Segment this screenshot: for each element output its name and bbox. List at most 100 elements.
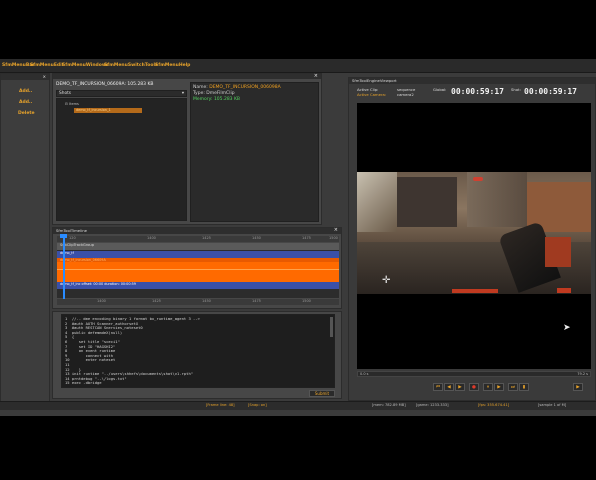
enemy-player xyxy=(545,237,571,267)
clip-browser-panel: × DEMO_TF_INCURSION_06609A: 105.283 KB S… xyxy=(52,73,322,225)
fps-status: [fps: 355.674.41] xyxy=(478,403,510,407)
shot-timecode: 00:00:59:17 xyxy=(524,87,577,96)
playhead[interactable] xyxy=(63,235,65,305)
scene-wall-left xyxy=(357,172,397,232)
mouse-pointer-icon: ➤ xyxy=(563,323,571,333)
ruler-tick: 1500 xyxy=(302,299,311,303)
timeline-title: SfmToolTimeline xyxy=(56,228,87,233)
tree-item-selected[interactable]: demo_tf_incursion_1 xyxy=(74,108,142,113)
timeline-tracks: SubClipTrackGroup demo_tf demo_tf_incurs… xyxy=(57,234,339,305)
game-scene-frame: ✛ xyxy=(357,172,591,294)
memory-value: 105.283 KB xyxy=(213,97,241,102)
timeline-panel: SfmToolTimeline × 120 1400 1425 1450 147… xyxy=(52,227,342,309)
viewport-titlebar: SfmToolEngineViewport xyxy=(349,78,595,84)
ruler-tick: 1400 xyxy=(97,299,106,303)
tree-root[interactable]: ⊟ Items xyxy=(65,102,79,106)
play-reverse-button[interactable]: ▶ xyxy=(455,383,465,391)
properties-section: Name: DEMO_TF_INCURSION_006098A Type: Dm… xyxy=(190,82,319,222)
clip-browser-titlebar: × xyxy=(53,73,321,79)
submit-button[interactable]: Submit xyxy=(309,390,335,397)
frame-line-status: [Frame line: 48] xyxy=(206,403,235,407)
chevron-down-icon: ▾ xyxy=(181,91,184,96)
delete-button[interactable]: Delete xyxy=(18,111,35,116)
ruler-tick: 1475 xyxy=(252,299,261,303)
viewport-header: Active Clip: sequence Active Camera: cam… xyxy=(357,87,596,101)
shot-label: Shot: xyxy=(511,87,521,92)
close-icon[interactable]: × xyxy=(43,74,46,79)
ruler-tick: 1425 xyxy=(202,236,211,240)
global-label: Global: xyxy=(433,87,447,92)
sample-status: [sample 1 of M] xyxy=(538,403,567,407)
shots-dropdown-value: Shots xyxy=(59,91,72,96)
global-timecode: 00:00:59:17 xyxy=(451,87,504,96)
play-button[interactable]: ▶ xyxy=(494,383,504,391)
fast-forward-button[interactable]: ⏭ xyxy=(508,383,518,391)
close-icon[interactable]: × xyxy=(334,227,338,233)
type-value: DmeFilmClip xyxy=(206,91,235,96)
film-clip-label: demo_tf_incursion_06609A xyxy=(57,258,339,262)
sfm-app-window: SfmMenuBar SfmMenuEdit SfmMenuWindows Sf… xyxy=(0,59,596,416)
tree-root-label: Items xyxy=(69,102,79,106)
clip-tree-section: DEMO_TF_INCURSION_06609A: 105.283 KB Sho… xyxy=(56,82,187,222)
active-camera-value[interactable]: camera2 xyxy=(397,92,414,97)
scrub-start-label: 0.0 s xyxy=(360,372,369,376)
shots-dropdown[interactable]: Shots ▾ xyxy=(56,90,187,97)
timeline-ruler-top[interactable]: 120 1400 1425 1450 1475 1500 xyxy=(57,236,339,242)
viewport-title: SfmToolEngineViewport xyxy=(352,78,397,83)
playhead-handle[interactable] xyxy=(60,234,67,238)
timeline-clip-info: demo_tf_inc offset: 00:00 duration: 00:0… xyxy=(57,282,339,289)
ruler-tick: 1450 xyxy=(252,236,261,240)
hud-ammo xyxy=(557,288,571,293)
timeline-clip-header[interactable]: demo_tf xyxy=(57,251,339,258)
ruler-tick: 1500 xyxy=(329,236,338,240)
script-scrollbar[interactable] xyxy=(330,317,333,337)
timeline-ruler-bottom[interactable]: 1400 1425 1450 1475 1500 xyxy=(57,299,339,305)
clip-tree: ⊟ Items demo_tf_incursion_1 xyxy=(56,98,187,221)
memory-label: Memory: xyxy=(193,97,213,102)
add-button-2[interactable]: Add.. xyxy=(19,100,32,105)
menu-help-item[interactable]: SfmMenuHelp xyxy=(155,63,190,68)
menu-bar: SfmMenuBar SfmMenuEdit SfmMenuWindows Sf… xyxy=(0,59,596,73)
viewport-scrubber[interactable]: 0.0 s 79.2 s xyxy=(357,371,591,377)
type-label: Type: xyxy=(193,91,205,96)
timeline-film-clip[interactable]: demo_tf_incursion_06609A xyxy=(57,258,339,282)
game-viewport[interactable]: ✛ ➤ xyxy=(357,103,591,369)
status-bar: [Frame line: 48] [Snap: on] [mem: 782.89… xyxy=(0,401,596,410)
hud-indicator xyxy=(473,177,483,181)
ruler-tick: 1450 xyxy=(202,299,211,303)
pause-button[interactable]: ⏸ xyxy=(483,383,493,391)
left-strip-titlebar: × xyxy=(1,74,49,80)
add-button-1[interactable]: Add.. xyxy=(19,89,32,94)
scene-doorway xyxy=(397,177,457,227)
script-editor[interactable]: 1 //-- dme encoding binary 1 format bx_r… xyxy=(61,314,335,388)
hud-bar xyxy=(452,289,498,293)
name-label: Name: xyxy=(193,85,208,90)
ruler-tick: 120 xyxy=(69,236,76,240)
record-button[interactable]: ● xyxy=(469,383,479,391)
scrub-end-label: 79.2 s xyxy=(577,372,588,376)
menu-edit-item[interactable]: SfmMenuEdit xyxy=(30,63,64,68)
close-icon[interactable]: × xyxy=(314,73,318,79)
clip-browser-title: DEMO_TF_INCURSION_06609A: 105.283 KB xyxy=(56,82,154,87)
transport-controls: ⏮ ◀ ▶ ● ⏸ ▶ ⏭ ▮ ▶ xyxy=(433,383,596,393)
ruler-tick: 1400 xyxy=(147,236,156,240)
engine-viewport-panel: SfmToolEngineViewport Active Clip: seque… xyxy=(348,77,596,401)
ruler-tick: 1425 xyxy=(152,299,161,303)
snap-status[interactable]: [Snap: on] xyxy=(248,403,267,409)
name-value: DEMO_TF_INCURSION_006098A xyxy=(209,85,281,90)
menu-switchtools-item[interactable]: SfmMenuSwitchTools xyxy=(104,63,158,68)
next-button[interactable]: ▶ xyxy=(573,383,583,391)
clip-line xyxy=(57,269,339,270)
code-line: 15 exec -dbridge xyxy=(65,380,102,386)
menu-windows-item[interactable]: SfmMenuWindows xyxy=(62,63,109,68)
track-group-header[interactable]: SubClipTrackGroup xyxy=(57,243,339,250)
timeline-titlebar: SfmToolTimeline × xyxy=(53,227,341,234)
script-panel: 1 //-- dme encoding binary 1 format bx_r… xyxy=(52,311,342,399)
marker-button[interactable]: ▮ xyxy=(519,383,529,391)
active-camera-label: Active Camera: xyxy=(357,92,387,97)
ruler-tick: 1475 xyxy=(302,236,311,240)
left-tool-strip: × Add.. Add.. Delete xyxy=(0,73,50,409)
mem-status: [mem: 782.89 MB] xyxy=(372,403,406,407)
rewind-start-button[interactable]: ⏮ xyxy=(433,383,443,391)
step-back-button[interactable]: ◀ xyxy=(444,383,454,391)
